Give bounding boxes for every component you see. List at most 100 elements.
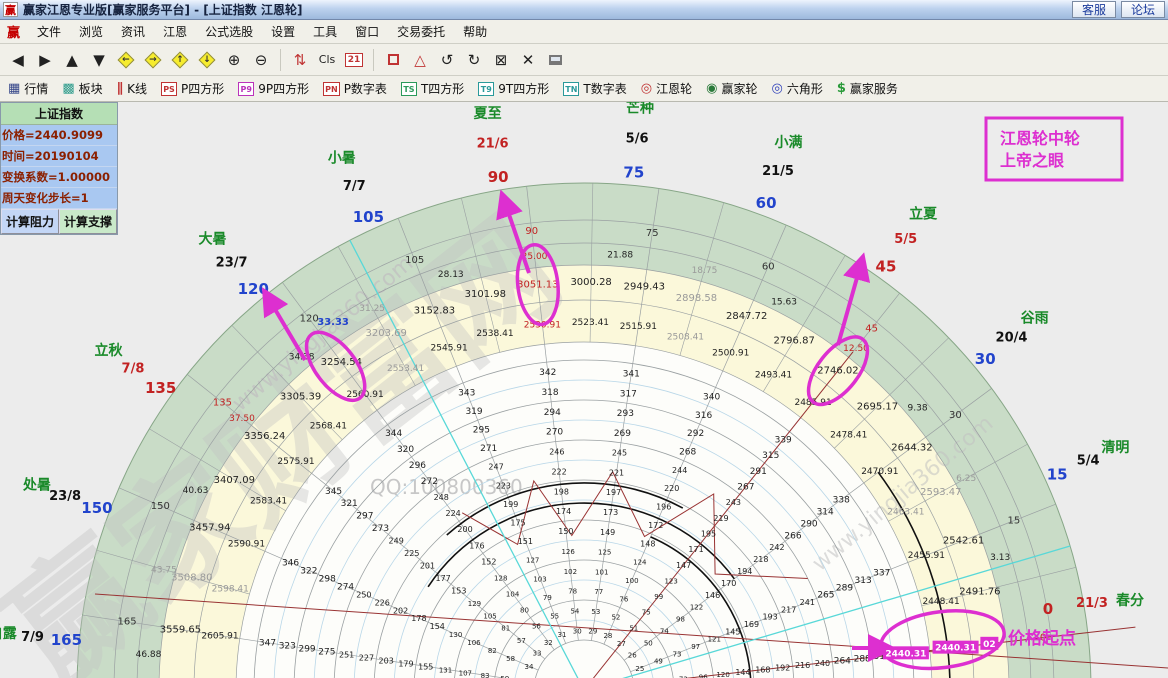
wheel-label: 55 bbox=[550, 613, 559, 621]
degree-label: 60 bbox=[756, 194, 777, 212]
wheel-label: 99 bbox=[654, 593, 663, 601]
wheel-label: 2568.41 bbox=[310, 421, 347, 431]
wheel-label: 249 bbox=[389, 537, 404, 546]
gann-tool-9T四方形[interactable]: T99T四方形 bbox=[478, 80, 549, 97]
down-arrow-icon[interactable]: ▼ bbox=[87, 48, 111, 72]
menu-item-7[interactable]: 窗口 bbox=[346, 22, 388, 42]
menu-item-3[interactable]: 江恩 bbox=[154, 22, 196, 42]
wheel-label: 346 bbox=[282, 558, 299, 568]
wheel-label: 73 bbox=[673, 650, 682, 658]
diamond-left-icon[interactable]: ← bbox=[114, 48, 138, 72]
menu-item-6[interactable]: 工具 bbox=[304, 22, 346, 42]
rotate-cw-icon[interactable]: ↻ bbox=[462, 48, 486, 72]
menu-item-5[interactable]: 设置 bbox=[262, 22, 304, 42]
degree-label: 165 bbox=[51, 631, 82, 649]
diamond-down-icon[interactable]: ↓ bbox=[195, 48, 219, 72]
wheel-label: 15 bbox=[1007, 516, 1020, 527]
wheel-label: 198 bbox=[554, 487, 569, 496]
calc-support-button[interactable]: 计算支撑 bbox=[59, 209, 117, 234]
wheel-label: 127 bbox=[526, 557, 539, 565]
calendar-icon[interactable]: 21 bbox=[342, 48, 366, 72]
wheel-label: 273 bbox=[372, 524, 389, 534]
wheel-label: 199 bbox=[503, 500, 518, 509]
zoom-out-icon[interactable]: ⊖ bbox=[249, 48, 273, 72]
gann-tool-赢家轮[interactable]: ◉赢家轮 bbox=[706, 80, 757, 97]
gann-tool-K线[interactable]: ∥K线 bbox=[117, 80, 147, 97]
menu-item-9[interactable]: 帮助 bbox=[454, 22, 496, 42]
wheel-label: 297 bbox=[356, 512, 373, 522]
gann-tool-行情[interactable]: ▦行情 bbox=[8, 80, 48, 97]
wheel-label: 337 bbox=[873, 569, 890, 579]
rotate-ccw-icon[interactable]: ↺ bbox=[435, 48, 459, 72]
menu-item-2[interactable]: 资讯 bbox=[112, 22, 154, 42]
customer-service-button[interactable]: 客服 bbox=[1072, 1, 1116, 18]
gann-tool-T数字表[interactable]: TNT数字表 bbox=[563, 80, 627, 97]
wheel-label: 2695.17 bbox=[857, 402, 898, 413]
date-label: 20/4 bbox=[996, 331, 1028, 346]
solar-term-label: 立夏 bbox=[909, 206, 938, 223]
行情-icon: ▦ bbox=[8, 82, 20, 96]
wheel-label: 264 bbox=[834, 657, 851, 667]
menu-item-8[interactable]: 交易委托 bbox=[388, 22, 454, 42]
wheel-label: 2478.41 bbox=[830, 430, 867, 440]
panel-row-3: 周天变化步长=1 bbox=[1, 188, 117, 209]
wheel-label: 201 bbox=[420, 561, 435, 570]
diamond-up-icon[interactable]: ↑ bbox=[168, 48, 192, 72]
solar-term-label: 大暑 bbox=[199, 230, 227, 247]
square-tool-icon[interactable] bbox=[381, 48, 405, 72]
index-name: 上证指数 bbox=[1, 103, 117, 125]
cls-button[interactable]: Cls bbox=[315, 48, 339, 72]
wheel-label: 165 bbox=[118, 617, 137, 628]
wheel-label: 9.38 bbox=[908, 404, 928, 414]
panel-row-0: 价格=2440.9099 bbox=[1, 125, 117, 146]
wheel-label: 294 bbox=[544, 408, 561, 418]
gann-tool-P数字表[interactable]: PNP数字表 bbox=[323, 80, 387, 97]
wheel-label: 77 bbox=[594, 588, 603, 596]
wheel-label: 147 bbox=[676, 561, 691, 570]
menu-item-1[interactable]: 浏览 bbox=[70, 22, 112, 42]
wheel-label: 338 bbox=[833, 496, 850, 506]
solar-term-label: 立秋 bbox=[95, 342, 124, 359]
gann-tool-板块[interactable]: ▩板块 bbox=[62, 80, 102, 97]
zoom-in-icon[interactable]: ⊕ bbox=[222, 48, 246, 72]
forward-arrow-icon[interactable]: ▶ bbox=[33, 48, 57, 72]
menu-item-0[interactable]: 文件 bbox=[28, 22, 70, 42]
screen-icon[interactable] bbox=[543, 48, 567, 72]
fit-icon[interactable]: ⊠ bbox=[489, 48, 513, 72]
menu-bar: 赢 文件浏览资讯江恩公式选股设置工具窗口交易委托帮助 bbox=[0, 20, 1168, 44]
gann-toolbar: ▦行情 ▩板块 ∥K线 PSP四方形 P99P四方形 PNP数字表 TST四方形 T99T四方… bbox=[0, 76, 1168, 102]
degree-label: 75 bbox=[623, 163, 644, 181]
gann-tool-P四方形[interactable]: PSP四方形 bbox=[161, 80, 224, 97]
date-label: 23/8 bbox=[49, 489, 81, 504]
triangle-tool-icon[interactable]: △ bbox=[408, 48, 432, 72]
date-label: 23/7 bbox=[216, 256, 248, 271]
up-arrow-icon[interactable]: ▲ bbox=[60, 48, 84, 72]
degree-label: 120 bbox=[238, 280, 269, 298]
wheel-label: 222 bbox=[551, 467, 566, 476]
gann-tool-9P四方形[interactable]: P99P四方形 bbox=[238, 80, 309, 97]
calc-resistance-button[interactable]: 计算阻力 bbox=[1, 209, 59, 234]
wheel-label: 2542.61 bbox=[943, 535, 984, 546]
shrink-icon[interactable]: ✕ bbox=[516, 48, 540, 72]
title-bar: 赢 赢家江恩专业版[赢家服务平台] - [上证指数 江恩轮] 客服 论坛 bbox=[0, 0, 1168, 20]
gann-tool-T四方形[interactable]: TST四方形 bbox=[401, 80, 464, 97]
wheel-label: 3000.28 bbox=[570, 277, 611, 288]
scale-icon[interactable]: ⇅ bbox=[288, 48, 312, 72]
diamond-right-icon[interactable]: → bbox=[141, 48, 165, 72]
forum-button[interactable]: 论坛 bbox=[1121, 1, 1165, 18]
wheel-label: 250 bbox=[356, 590, 371, 599]
江恩轮-icon: ◎ bbox=[641, 82, 652, 96]
gann-tool-赢家服务[interactable]: $赢家服务 bbox=[837, 80, 898, 97]
wheel-label: 217 bbox=[781, 605, 796, 614]
date-label: 7/9 bbox=[21, 630, 44, 645]
wheel-label: 170 bbox=[721, 579, 736, 588]
gann-wheel-canvas[interactable]: 赢家财富网www.yingjia360.comwww.yingjia360.co… bbox=[0, 102, 1168, 678]
wheel-label: 315 bbox=[762, 451, 779, 461]
wheel-label: 149 bbox=[600, 528, 615, 537]
gann-tool-六角形[interactable]: ◎六角形 bbox=[771, 80, 822, 97]
solar-term-label: 处暑 bbox=[22, 476, 51, 493]
menu-item-4[interactable]: 公式选股 bbox=[196, 22, 262, 42]
wheel-label: 125 bbox=[598, 549, 611, 557]
gann-tool-江恩轮[interactable]: ◎江恩轮 bbox=[641, 80, 692, 97]
back-arrow-icon[interactable]: ◀ bbox=[6, 48, 30, 72]
